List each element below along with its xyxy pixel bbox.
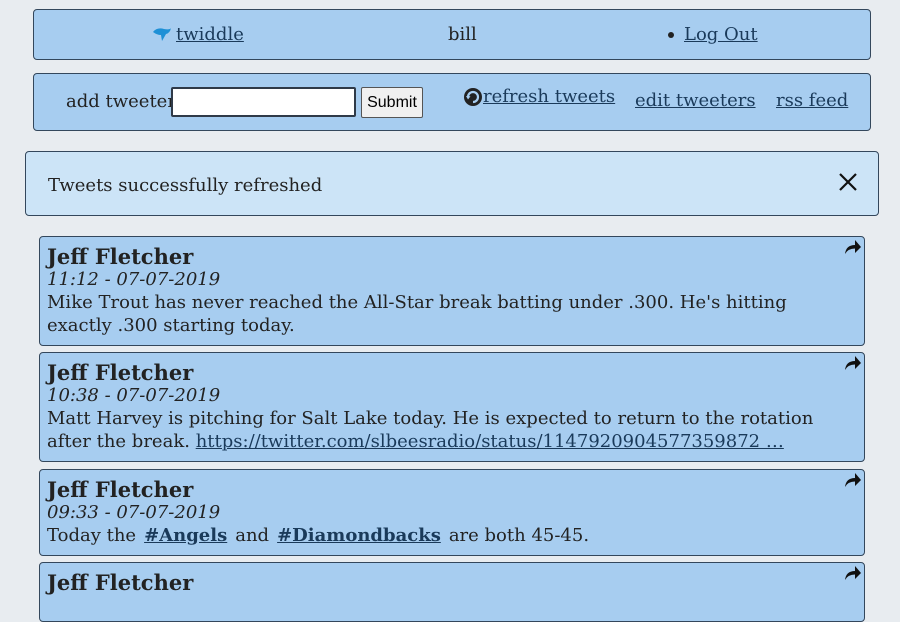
tweet-text: Mike Trout has never reached the All-Sta… — [47, 292, 787, 336]
edit-tweeters-link[interactable]: edit tweeters — [635, 90, 756, 111]
hashtag-diamondbacks[interactable]: #Diamondbacks — [277, 525, 441, 546]
tweet-time: 11:12 - 07-07-2019 — [47, 269, 221, 290]
refresh-label: refresh tweets — [483, 86, 616, 107]
tweet-card: Jeff Fletcher 09:33 - 07-07-2019 Today t… — [39, 469, 865, 556]
brand-link[interactable]: twiddle — [152, 24, 244, 45]
submit-button[interactable]: Submit — [361, 87, 423, 118]
tweet-author: Jeff Fletcher — [47, 477, 194, 502]
add-tweeter-label: add tweeter: — [66, 91, 182, 112]
bullet-icon — [668, 31, 674, 38]
logout-link[interactable]: Log Out — [684, 24, 758, 45]
tweet-author: Jeff Fletcher — [47, 570, 194, 595]
tweet-text-suffix: are both 45-45. — [448, 525, 590, 546]
tweet-author: Jeff Fletcher — [47, 244, 194, 269]
tweet-time: 09:33 - 07-07-2019 — [47, 502, 221, 523]
refresh-icon — [464, 88, 482, 106]
tweet-time: 10:38 - 07-07-2019 — [47, 385, 221, 406]
brand-label: twiddle — [176, 24, 244, 45]
tweet-link[interactable]: https://twitter.com/slbeesradio/status/1… — [196, 431, 784, 452]
toolbar: add tweeter: Submit refresh tweets edit … — [33, 73, 871, 131]
share-arrow-icon[interactable] — [844, 239, 862, 255]
rss-feed-link[interactable]: rss feed — [776, 90, 848, 111]
success-alert: Tweets successfully refreshed — [25, 151, 879, 216]
username: bill — [448, 24, 477, 45]
refresh-tweets-link[interactable]: refresh tweets — [463, 86, 615, 107]
bird-icon — [153, 27, 171, 41]
hashtag-angels[interactable]: #Angels — [144, 525, 227, 546]
tweet-text: Today the #Angels and #Diamondbacks are both… — [47, 524, 856, 547]
close-icon[interactable] — [837, 171, 859, 193]
tweet-author: Jeff Fletcher — [47, 360, 194, 385]
tweet-text-prefix: Today the — [47, 525, 137, 546]
top-nav: twiddle bill Log Out — [33, 9, 871, 60]
alert-message: Tweets successfully refreshed — [48, 175, 323, 196]
tweet-card: Jeff Fletcher 11:12 - 07-07-2019 Mike Tr… — [39, 236, 865, 346]
tweet-text: Matt Harvey is pitching for Salt Lake to… — [47, 407, 856, 453]
tweet-text-mid: and — [235, 525, 270, 546]
logout-item: Log Out — [668, 24, 758, 45]
tweet-card: Jeff Fletcher 10:38 - 07-07-2019 Matt Ha… — [39, 352, 865, 462]
share-arrow-icon[interactable] — [844, 472, 862, 488]
share-arrow-icon[interactable] — [844, 565, 862, 581]
tweet-card: Jeff Fletcher — [39, 562, 865, 622]
add-tweeter-input[interactable] — [171, 87, 356, 117]
share-arrow-icon[interactable] — [844, 355, 862, 371]
